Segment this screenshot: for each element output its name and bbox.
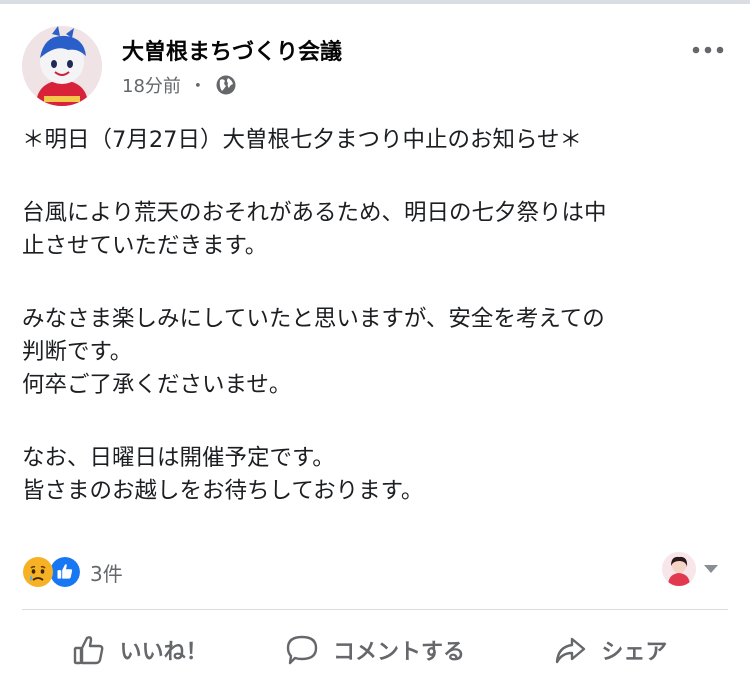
post-line: なお、日曜日は開催予定です。: [22, 445, 335, 471]
more-horizontal-icon[interactable]: [688, 40, 728, 60]
viewer-avatar: [662, 552, 696, 586]
viewer-selector[interactable]: [662, 552, 720, 586]
post-line: 何卒ご了承くださいませ。: [22, 372, 292, 398]
share-button[interactable]: シェア: [493, 614, 728, 686]
like-label: いいね！: [119, 640, 208, 665]
comment-label: コメントする: [332, 640, 465, 665]
comment-button[interactable]: コメントする: [257, 614, 492, 686]
meta-separator: ・: [188, 76, 207, 97]
post-meta: 18分前 ・: [122, 72, 237, 98]
chevron-down-icon: [704, 565, 718, 573]
mascot-avatar-icon: [22, 26, 102, 106]
post-line: 判断です。: [22, 339, 133, 365]
post-line: 台風により荒天のおそれがあるため、明日の七夕祭りは中: [22, 200, 607, 226]
page-name[interactable]: 大曽根まちづくり会議: [122, 34, 342, 66]
share-label: シェア: [601, 640, 668, 665]
sad-reaction-icon: [23, 557, 53, 587]
thumbs-up-icon: [73, 636, 104, 665]
post-time[interactable]: 18分前: [122, 72, 181, 98]
like-button[interactable]: いいね！: [22, 614, 257, 686]
post-line: 止させていただきます。: [22, 233, 268, 259]
post-line: みなさま楽しみにしていたと思いますが、安全を考えての: [22, 306, 605, 332]
share-icon: [556, 637, 586, 664]
user-avatar-icon: [662, 552, 696, 586]
post-header: 大曽根まちづくり会議 18分前 ・: [22, 26, 728, 106]
post-line: ＊明日（7月27日）大曽根七夕まつり中止のお知らせ＊: [22, 127, 582, 153]
comment-icon: [286, 635, 318, 665]
reaction-summary[interactable]: 3件: [22, 554, 123, 590]
top-divider: [0, 0, 750, 4]
actions-divider: [22, 609, 728, 610]
post-actions: いいね！ コメントする シェア: [22, 614, 728, 686]
reaction-count[interactable]: 3件: [90, 558, 123, 587]
globe-icon[interactable]: [215, 74, 237, 96]
post-body: ＊明日（7月27日）大曽根七夕まつり中止のお知らせ＊ 台風により荒天のおそれがあ…: [22, 124, 728, 508]
post-line: 皆さまのお越しをお待ちしております。: [22, 478, 424, 504]
page-avatar[interactable]: [22, 26, 102, 106]
